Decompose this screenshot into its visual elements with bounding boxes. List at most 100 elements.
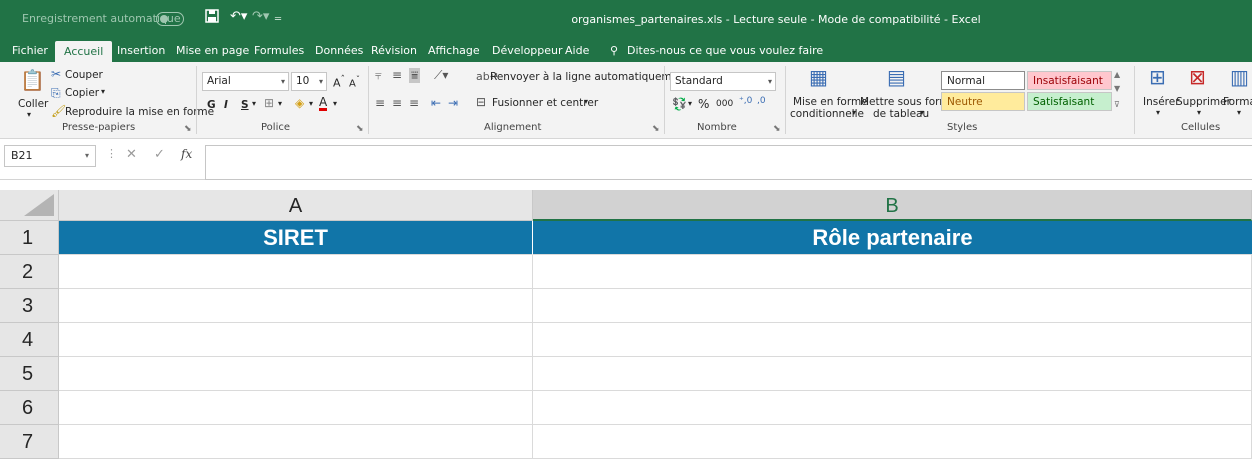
align-right-icon[interactable]: ≡: [409, 96, 419, 110]
copy-dropdown-icon[interactable]: ▾: [101, 87, 105, 96]
format-cells-button[interactable]: Format: [1223, 96, 1252, 108]
format-painter-button[interactable]: Reproduire la mise en forme: [65, 106, 214, 118]
cell-a5[interactable]: [59, 357, 533, 391]
styles-scroll-up-icon[interactable]: ▲: [1114, 70, 1120, 79]
tab-developpeur[interactable]: Développeur: [492, 39, 563, 62]
alignment-launcher-icon[interactable]: ⬊: [652, 124, 660, 134]
style-neutral[interactable]: Neutre: [941, 92, 1025, 111]
cell-a7[interactable]: [59, 425, 533, 459]
fill-color-icon[interactable]: ◈: [295, 96, 304, 110]
row-header-5[interactable]: 5: [0, 357, 59, 391]
paste-dropdown-icon[interactable]: ▾: [27, 110, 31, 119]
table-dropdown-icon[interactable]: ▾: [920, 108, 924, 117]
select-all-button[interactable]: [0, 190, 59, 221]
merge-dropdown-icon[interactable]: ▾: [584, 97, 588, 106]
name-box[interactable]: B21 ▾: [4, 145, 96, 167]
paste-button[interactable]: Coller: [18, 98, 48, 110]
font-name-combo[interactable]: Arial ▾: [202, 72, 289, 91]
accounting-dropdown-icon[interactable]: ▾: [688, 99, 692, 108]
conditional-dropdown-icon[interactable]: ▾: [852, 108, 856, 117]
paste-icon[interactable]: 📋: [20, 68, 45, 92]
number-format-combo[interactable]: Standard ▾: [670, 72, 776, 91]
borders-dropdown-icon[interactable]: ▾: [278, 99, 282, 108]
tab-mise-en-page[interactable]: Mise en page: [176, 39, 249, 62]
decrease-decimal-icon[interactable]: ,0: [757, 96, 766, 106]
tab-fichier[interactable]: Fichier: [12, 39, 48, 62]
cell-b4[interactable]: [533, 323, 1252, 357]
accounting-format-icon[interactable]: 💱: [672, 97, 687, 111]
font-color-dropdown-icon[interactable]: ▾: [333, 99, 337, 108]
styles-more-icon[interactable]: ⊽: [1114, 100, 1120, 109]
align-center-icon[interactable]: ≡: [392, 96, 402, 110]
clipboard-launcher-icon[interactable]: ⬊: [184, 124, 192, 134]
increase-decimal-icon[interactable]: ⁺,0: [739, 96, 752, 106]
alignment-group-label: Alignement: [484, 122, 542, 133]
tab-aide[interactable]: Aide: [565, 39, 589, 62]
orientation-icon[interactable]: ⟋▾: [434, 68, 448, 83]
decrease-indent-icon[interactable]: ⇤: [431, 96, 441, 110]
row-header-2[interactable]: 2: [0, 255, 59, 289]
thousands-button[interactable]: 000: [716, 99, 733, 109]
column-header-b[interactable]: B: [533, 190, 1252, 221]
cell-b5[interactable]: [533, 357, 1252, 391]
merge-center-button[interactable]: Fusionner et centrer: [492, 97, 598, 109]
shrink-font-icon[interactable]: Aˇ: [349, 74, 360, 89]
cell-b6[interactable]: [533, 391, 1252, 425]
font-launcher-icon[interactable]: ⬊: [356, 124, 364, 134]
underline-dropdown-icon[interactable]: ▾: [252, 99, 256, 108]
align-middle-icon[interactable]: ≡: [392, 68, 402, 82]
grow-font-icon[interactable]: Aˆ: [333, 74, 345, 90]
styles-scroll-down-icon[interactable]: ▼: [1114, 84, 1120, 93]
insert-cells-button[interactable]: Insérer: [1143, 96, 1180, 108]
italic-button[interactable]: I: [224, 99, 228, 111]
tell-me-search[interactable]: Dites-nous ce que vous voulez faire: [627, 39, 823, 62]
cell-b2[interactable]: [533, 255, 1252, 289]
delete-dropdown-icon[interactable]: ▾: [1197, 108, 1201, 117]
fill-dropdown-icon[interactable]: ▾: [309, 99, 313, 108]
tab-affichage[interactable]: Affichage: [428, 39, 480, 62]
tab-revision[interactable]: Révision: [371, 39, 417, 62]
wrap-text-button[interactable]: Renvoyer à la ligne automatiquement: [490, 71, 689, 83]
cell-a1[interactable]: SIRET: [59, 221, 533, 255]
font-color-icon[interactable]: A: [319, 96, 328, 111]
insert-dropdown-icon[interactable]: ▾: [1156, 108, 1160, 117]
cell-a3[interactable]: [59, 289, 533, 323]
formula-bar: B21 ▾ ⋮ ✕ ✓ fx: [0, 140, 1252, 180]
cut-button[interactable]: Couper: [65, 69, 103, 81]
borders-icon[interactable]: ⊞: [264, 96, 274, 110]
cell-b1[interactable]: Rôle partenaire: [533, 221, 1252, 255]
cell-b3[interactable]: [533, 289, 1252, 323]
column-header-a[interactable]: A: [59, 190, 533, 221]
row-header-3[interactable]: 3: [0, 289, 59, 323]
row-header-7[interactable]: 7: [0, 425, 59, 459]
align-left-icon[interactable]: ≡: [375, 96, 385, 110]
formula-input[interactable]: [205, 145, 1252, 180]
tab-donnees[interactable]: Données: [315, 39, 363, 62]
underline-button[interactable]: S: [241, 99, 249, 111]
bold-button[interactable]: G: [207, 99, 216, 111]
format-cells-icon: ▥: [1230, 65, 1249, 89]
row-header-1[interactable]: 1: [0, 221, 59, 255]
tab-insertion[interactable]: Insertion: [117, 39, 165, 62]
cell-b7[interactable]: [533, 425, 1252, 459]
cell-a6[interactable]: [59, 391, 533, 425]
conditional-format-line1[interactable]: Mise en forme: [793, 96, 868, 108]
copy-button[interactable]: Copier: [65, 87, 99, 99]
format-dropdown-icon[interactable]: ▾: [1237, 108, 1241, 117]
font-size-combo[interactable]: 10 ▾: [291, 72, 327, 91]
align-top-icon[interactable]: ⫧: [375, 68, 382, 83]
cell-a2[interactable]: [59, 255, 533, 289]
cell-a4[interactable]: [59, 323, 533, 357]
row-header-4[interactable]: 4: [0, 323, 59, 357]
increase-indent-icon[interactable]: ⇥: [448, 96, 458, 110]
style-normal[interactable]: Normal: [941, 71, 1025, 90]
style-good[interactable]: Satisfaisant: [1027, 92, 1112, 111]
style-bad[interactable]: Insatisfaisant: [1027, 71, 1112, 90]
tab-formules[interactable]: Formules: [254, 39, 304, 62]
tab-accueil[interactable]: Accueil: [55, 41, 113, 62]
percent-button[interactable]: %: [698, 97, 709, 111]
insert-function-button[interactable]: fx: [181, 147, 192, 161]
number-launcher-icon[interactable]: ⬊: [773, 124, 781, 134]
row-header-6[interactable]: 6: [0, 391, 59, 425]
align-bottom-icon[interactable]: ⩸: [409, 68, 421, 83]
